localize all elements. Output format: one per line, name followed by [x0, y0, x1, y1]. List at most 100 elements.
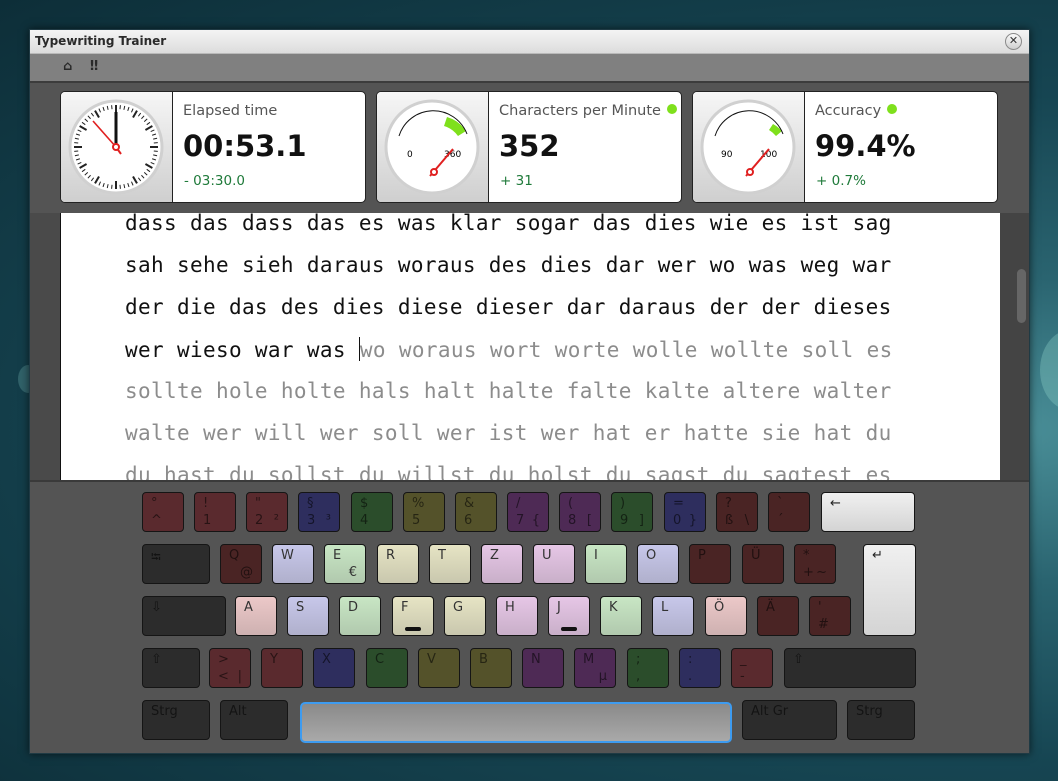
key-label: 6: [464, 513, 473, 528]
key-caps-lock[interactable]: ⇩: [142, 596, 226, 636]
key-label: 9: [620, 513, 629, 528]
key-y[interactable]: Y: [261, 648, 303, 688]
key-right-shift[interactable]: ⇧: [784, 648, 916, 688]
stat-label: Accuracy: [815, 103, 898, 119]
clock-icon: [68, 99, 164, 195]
key-label: (: [568, 496, 574, 511]
key-label: 5: [412, 513, 421, 528]
key-f[interactable]: F: [392, 596, 434, 636]
key-e[interactable]: E €: [324, 544, 366, 584]
key-tab[interactable]: ⭾: [142, 544, 210, 584]
key-label: ⇧: [151, 652, 162, 667]
stat-card-accuracy: 90 100 Accuracy 99.4% + 0.7%: [692, 91, 998, 203]
key-left-shift[interactable]: ⇧: [142, 648, 200, 688]
key-label: ]: [638, 513, 644, 528]
key-s[interactable]: S: [287, 596, 329, 636]
key-c[interactable]: C: [366, 648, 408, 688]
untyped-text: du hast du sollst du willst du holst du …: [125, 463, 892, 480]
key-enter[interactable]: ↵: [863, 544, 916, 636]
key-left-ctrl[interactable]: Strg: [142, 700, 210, 740]
key-u[interactable]: U: [533, 544, 575, 584]
key-label: I: [594, 548, 598, 563]
key-:[interactable]: :.: [679, 648, 721, 688]
typing-text-area[interactable]: dass das dass das es was klar sogar das …: [60, 213, 1000, 480]
key-/[interactable]: / 7 {: [507, 492, 549, 532]
app-window: Typewriting Trainer ✕ ⌂ ‼ Elapsed time 0…: [29, 29, 1030, 754]
key-%[interactable]: % 5: [403, 492, 445, 532]
key-i[interactable]: I: [585, 544, 627, 584]
key-label: ': [818, 600, 822, 615]
key-'[interactable]: ' #: [809, 596, 851, 636]
speed-gauge-icon: 0 360: [384, 99, 480, 195]
key-§[interactable]: § 3 ³: [298, 492, 340, 532]
gauge-min-label: 0: [407, 150, 413, 160]
key-ü[interactable]: Ü: [742, 544, 784, 584]
key-ä[interactable]: Ä: [757, 596, 799, 636]
key-label: |: [237, 669, 242, 684]
stat-label: Elapsed time: [183, 103, 278, 119]
key-`[interactable]: ` ´: [768, 492, 810, 532]
key-alt[interactable]: Alt: [220, 700, 288, 740]
key-alt-gr[interactable]: Alt Gr: [742, 700, 837, 740]
key-ö[interactable]: Ö: [705, 596, 747, 636]
key-_[interactable]: _ -: [731, 648, 773, 688]
key-d[interactable]: D: [339, 596, 381, 636]
key-°[interactable]: ° ^: [142, 492, 184, 532]
key-backspace[interactable]: ←: [821, 492, 915, 532]
key-label: R: [386, 548, 396, 563]
key-label: :: [688, 652, 693, 667]
key-k[interactable]: K: [600, 596, 642, 636]
key-b[interactable]: B: [470, 648, 512, 688]
key-l[interactable]: L: [652, 596, 694, 636]
close-button[interactable]: ✕: [1005, 33, 1022, 50]
key-x[interactable]: X: [313, 648, 355, 688]
scrollbar[interactable]: [1000, 213, 1029, 480]
key-$[interactable]: $4: [351, 492, 393, 532]
key-m[interactable]: Mµ: [574, 648, 616, 688]
key-label: _: [740, 652, 747, 667]
key-;[interactable]: ;,: [627, 648, 669, 688]
stat-label-text: Characters per Minute: [499, 103, 661, 119]
scrollbar-thumb[interactable]: [1017, 269, 1026, 323]
key-label: Y: [270, 652, 278, 667]
accuracy-gauge-icon: 90 100: [700, 99, 796, 195]
key-a[interactable]: A: [235, 596, 277, 636]
key-=[interactable]: = 0}: [664, 492, 706, 532]
key-j[interactable]: J: [548, 596, 590, 636]
key-label: @: [240, 565, 253, 580]
key-label: T: [438, 548, 446, 563]
key-label: >: [218, 652, 229, 667]
key-label: 4: [360, 513, 369, 528]
key-label: L: [661, 600, 669, 615]
key-label: #: [818, 617, 829, 632]
key-g[interactable]: G: [444, 596, 486, 636]
key-t[interactable]: T: [429, 544, 471, 584]
key-w[interactable]: W: [272, 544, 314, 584]
key-&[interactable]: & 6: [455, 492, 497, 532]
key-![interactable]: ! 1: [194, 492, 236, 532]
key-"[interactable]: " 2 ²: [246, 492, 288, 532]
key-o[interactable]: O: [637, 544, 679, 584]
key->[interactable]: > < |: [209, 648, 251, 688]
key-([interactable]: (8 [: [559, 492, 601, 532]
key-label: V: [427, 652, 436, 667]
home-icon[interactable]: ⌂: [63, 59, 72, 74]
key-h[interactable]: H: [496, 596, 538, 636]
key-)[interactable]: ) 9]: [611, 492, 653, 532]
key-*[interactable]: * + ~: [794, 544, 836, 584]
gauge-area: 0 360: [377, 92, 489, 202]
key-v[interactable]: V: [418, 648, 460, 688]
key-right-ctrl[interactable]: Strg: [847, 700, 915, 740]
key-q[interactable]: Q @: [220, 544, 262, 584]
key-p[interactable]: P: [689, 544, 731, 584]
key-label: /: [516, 496, 521, 511]
pause-icon[interactable]: ‼: [90, 59, 98, 74]
key-?[interactable]: ? ß \: [716, 492, 758, 532]
key-z[interactable]: Z: [481, 544, 523, 584]
key-label: ⇧: [793, 652, 804, 667]
key-label: ^: [151, 513, 162, 528]
key-n[interactable]: N: [522, 648, 564, 688]
key-label: 3: [307, 513, 316, 528]
key-space[interactable]: [300, 702, 732, 743]
key-r[interactable]: R: [377, 544, 419, 584]
